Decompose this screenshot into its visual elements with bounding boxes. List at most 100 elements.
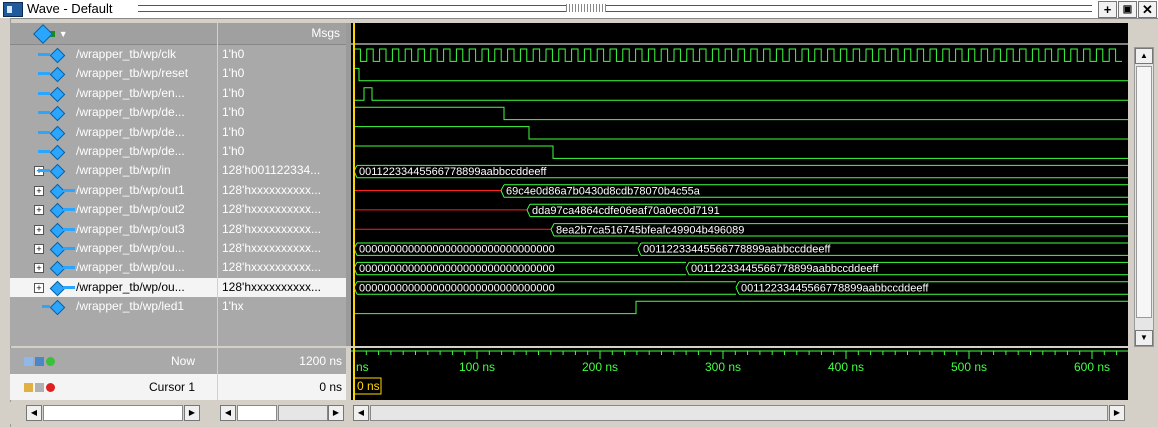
- vscroll-thumb[interactable]: [1136, 66, 1152, 318]
- signal-name: /wrapper_tb/wp/en...: [76, 85, 185, 100]
- cursor-tag: 0 ns: [357, 379, 380, 393]
- signal-row[interactable]: /wrapper_tb/wp/de...: [10, 123, 217, 142]
- now-value: 1200 ns: [299, 354, 342, 368]
- values-scroll-left-icon[interactable]: ◀: [220, 405, 236, 421]
- signal-diamond-icon: [50, 184, 75, 197]
- signal-diamond-icon: [50, 242, 75, 255]
- signal-diamond-icon: [38, 106, 63, 119]
- timeline-ruler[interactable]: ns 100 ns 200 ns 300 ns 400 ns 500 ns 600 ns 0 …: [351, 348, 1128, 400]
- names-header: ▼: [10, 23, 217, 45]
- values-hscroll-track[interactable]: [278, 405, 328, 421]
- ruler-tick-label: 600 ns: [1074, 360, 1110, 374]
- scroll-up-icon[interactable]: ▲: [1135, 48, 1153, 64]
- signal-name: /wrapper_tb/wp/out2: [76, 202, 185, 217]
- signal-name: /wrapper_tb/wp/de...: [76, 124, 185, 139]
- timeline-values: 1200 ns 0 ns: [218, 348, 346, 400]
- signal-name: /wrapper_tb/wp/out3: [76, 221, 185, 236]
- signal-row[interactable]: /wrapper_tb/wp/clk: [10, 45, 217, 64]
- expand-icon[interactable]: +: [34, 263, 44, 274]
- led1-waveform: [354, 300, 1128, 315]
- names-scroll-right-icon[interactable]: ▶: [184, 405, 200, 421]
- wave-hscroll-track[interactable]: [370, 405, 1108, 421]
- names-scroll-left-icon[interactable]: ◀: [26, 405, 42, 421]
- drag-grip-icon[interactable]: [566, 4, 606, 12]
- reset-waveform: [354, 67, 1128, 82]
- signal-name: /wrapper_tb/wp/de...: [76, 143, 185, 158]
- expand-icon[interactable]: +: [34, 185, 44, 196]
- signal-name: /wrapper_tb/wp/ou...: [76, 260, 185, 275]
- wave-hscrollbar[interactable]: ◀ ▶: [351, 402, 1128, 424]
- diamond-dropdown-icon[interactable]: ▼: [33, 23, 68, 44]
- wave-svg: 00112233445566778899aabbccddeeff 69c4e0d8…: [351, 23, 1128, 346]
- values-header: Msgs: [218, 23, 346, 45]
- signal-row[interactable]: + /wrapper_tb/wp/ou...: [10, 258, 217, 277]
- signal-name: /wrapper_tb/wp/ou...: [76, 279, 185, 294]
- add-pane-button[interactable]: +: [1098, 1, 1117, 18]
- names-hscrollbar[interactable]: ◀ ▶: [10, 402, 217, 424]
- window-title: Wave - Default: [27, 1, 113, 16]
- signal-row[interactable]: + /wrapper_tb/wp/out3: [10, 220, 217, 239]
- expand-icon[interactable]: +: [34, 224, 44, 235]
- wave-scroll-right-icon[interactable]: ▶: [1109, 405, 1125, 421]
- signal-values-pane: Msgs 1'h0 1'h0 1'h0 1'h0 1'h0 1'h0 128'h001122…: [218, 23, 346, 346]
- clk-waveform: [353, 48, 1122, 62]
- signal-diamond-icon: [38, 145, 63, 158]
- signal-value: 128'h001122334...: [222, 163, 321, 178]
- ruler-svg: ns 100 ns 200 ns 300 ns 400 ns 500 ns 600 ns 0 …: [351, 348, 1128, 400]
- signal-row[interactable]: +/wrapper_tb/wp/in: [10, 161, 217, 180]
- values-hscrollbar[interactable]: ◀ ▶: [218, 402, 346, 424]
- signal-name: /wrapper_tb/wp/clk: [76, 47, 177, 61]
- signal-value: 1'h0: [222, 85, 245, 100]
- wave-canvas[interactable]: 00112233445566778899aabbccddeeff 69c4e0d8…: [351, 23, 1128, 346]
- signal-name: /wrapper_tb/wp/de...: [76, 105, 185, 120]
- signal-row[interactable]: + /wrapper_tb/wp/out2: [10, 200, 217, 219]
- vscroll-track[interactable]: ▲ ▼: [1134, 47, 1154, 347]
- title-bar: Wave - Default + ▣ ✕: [0, 0, 1158, 19]
- scroll-down-icon[interactable]: ▼: [1135, 330, 1153, 346]
- title-rule: [138, 5, 1092, 12]
- time-nav-icons[interactable]: [24, 348, 57, 374]
- app-icon: [3, 2, 23, 17]
- vertical-scrollbar[interactable]: ▲ ▼: [1128, 23, 1158, 347]
- signal-diamond-icon: [42, 300, 63, 313]
- cursor-row[interactable]: Cursor 1: [10, 374, 217, 400]
- signal-value: 1'hx: [222, 299, 244, 314]
- ou2-bus-label: 00112233445566778899aabbccddeeff: [691, 263, 879, 275]
- signal-row[interactable]: /wrapper_tb/wp/de...: [10, 142, 217, 161]
- signal-row[interactable]: /wrapper_tb/wp/led1: [10, 297, 217, 316]
- out3-bus-label: 8ea2b7ca516745bfeafc49904b496089: [556, 224, 744, 236]
- expand-icon[interactable]: +: [34, 205, 44, 216]
- expand-icon[interactable]: +: [34, 282, 44, 293]
- close-button[interactable]: ✕: [1138, 1, 1157, 18]
- signal-row[interactable]: /wrapper_tb/wp/de...: [10, 103, 217, 122]
- ruler-tick-label: 200 ns: [582, 360, 618, 374]
- ruler-tick-label: ns: [356, 360, 369, 374]
- in-bus-label: 00112233445566778899aabbccddeeff: [359, 166, 547, 178]
- wave-scroll-left-icon[interactable]: ◀: [353, 405, 369, 421]
- now-value-row: 1200 ns: [218, 348, 346, 374]
- signal-row[interactable]: + /wrapper_tb/wp/out1: [10, 181, 217, 200]
- now-row: Now: [10, 348, 217, 374]
- signal-row[interactable]: + /wrapper_tb/wp/ou...: [10, 277, 217, 298]
- ou3-bus-label: 00112233445566778899aabbccddeeff: [741, 283, 929, 295]
- timeline-names: Now Cursor 1: [10, 348, 217, 400]
- msgs-header-label: Msgs: [311, 26, 340, 40]
- ruler-tick-label: 500 ns: [951, 360, 987, 374]
- signal-diamond-icon: [50, 261, 75, 274]
- names-hscroll-track[interactable]: [43, 405, 183, 421]
- signal-value: 128'hxxxxxxxxxx...: [222, 202, 321, 217]
- signal-name: /wrapper_tb/wp/reset: [76, 66, 189, 81]
- signal-row[interactable]: + /wrapper_tb/wp/ou...: [10, 239, 217, 258]
- signal-row[interactable]: /wrapper_tb/wp/reset: [10, 64, 217, 83]
- undock-button[interactable]: ▣: [1118, 1, 1137, 18]
- values-scroll-right-icon[interactable]: ▶: [328, 405, 344, 421]
- expand-icon[interactable]: +: [34, 243, 44, 254]
- now-label: Now: [170, 354, 195, 368]
- cursor-lock-icons[interactable]: [24, 374, 57, 400]
- cursor-value: 0 ns: [319, 380, 342, 394]
- signal-name: /wrapper_tb/wp/out1: [76, 182, 185, 197]
- signal-diamond-icon: [38, 126, 63, 139]
- ou1-bus-zeros-label: 00000000000000000000000000000000: [359, 244, 555, 256]
- values-hscroll-thumb[interactable]: [237, 405, 277, 421]
- signal-row[interactable]: /wrapper_tb/wp/en...: [10, 84, 217, 103]
